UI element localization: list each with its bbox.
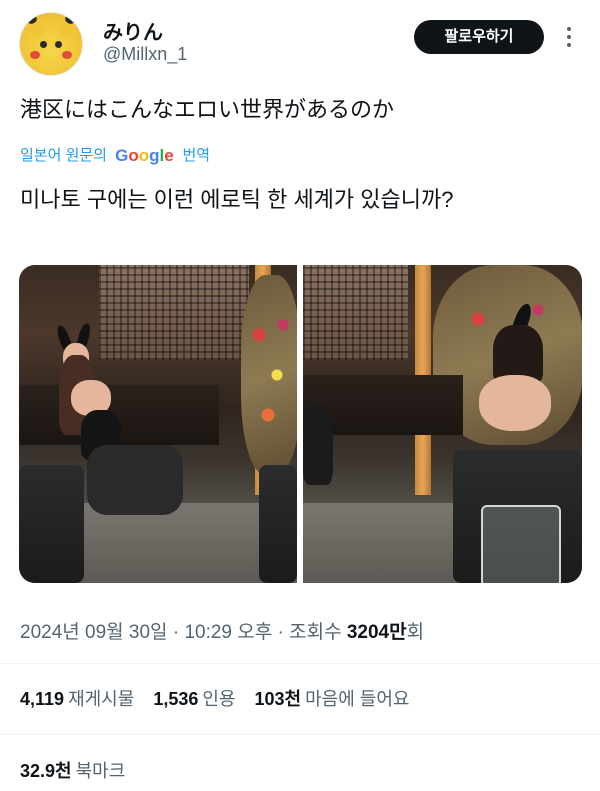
quotes-label: 인용 <box>202 689 236 709</box>
timestamp-time: 10:29 오후 <box>184 622 273 643</box>
translate-prefix: 일본어 원문의 <box>20 147 107 165</box>
timestamp-date: 2024년 09월 30일 <box>20 622 168 643</box>
bookmarks-stat[interactable]: 32.9천 북마크 <box>20 757 139 783</box>
likes-count: 103천 <box>254 689 302 709</box>
divider <box>0 734 600 735</box>
author-handle[interactable]: @Millxn_1 <box>103 44 187 65</box>
media-photo-1[interactable] <box>19 265 297 583</box>
reposts-stat[interactable]: 4,119 재게시물 <box>20 689 148 709</box>
views-label: 조회수 <box>289 622 342 643</box>
timestamp-separator: · <box>172 622 180 643</box>
quotes-count: 1,536 <box>153 689 199 709</box>
quotes-stat[interactable]: 1,536 인용 <box>153 689 249 709</box>
translate-suffix: 번역 <box>182 147 211 165</box>
follow-button[interactable]: 팔로우하기 <box>414 20 544 54</box>
translation-attribution[interactable]: 일본어 원문의 Google 번역 <box>20 145 210 167</box>
views-value: 3204만 <box>346 622 407 643</box>
tweet-timestamp[interactable]: 2024년 09월 30일 · 10:29 오후 · 조회수 3204만회 <box>20 617 424 644</box>
media-photo-2[interactable] <box>303 265 582 583</box>
tweet-text: 港区にはこんなエロい世界があるのか <box>20 97 395 122</box>
media-gallery <box>19 265 582 583</box>
author-display-name[interactable]: みりん <box>103 16 163 45</box>
engagement-stats: 4,119 재게시물 1,536 인용 103천 마음에 들어요 <box>20 685 423 711</box>
divider <box>0 663 600 664</box>
more-options-icon[interactable] <box>563 25 575 49</box>
pikachu-avatar-icon[interactable] <box>19 12 83 76</box>
likes-label: 마음에 들어요 <box>305 689 410 709</box>
views-suffix: 회 <box>406 622 425 643</box>
likes-stat[interactable]: 103천 마음에 들어요 <box>255 689 424 709</box>
tweet-header: みりん @Millxn_1 팔로우하기 <box>0 0 600 90</box>
google-logo: Google <box>115 146 174 166</box>
bookmarks-count: 32.9천 <box>20 761 72 781</box>
timestamp-separator: · <box>277 622 284 643</box>
reposts-label: 재게시물 <box>68 689 135 709</box>
translated-tweet-text: 미나토 구에는 이런 에로틱 한 세계가 있습니까? <box>20 187 454 212</box>
reposts-count: 4,119 <box>20 689 65 709</box>
bookmarks-label: 북마크 <box>75 761 126 781</box>
